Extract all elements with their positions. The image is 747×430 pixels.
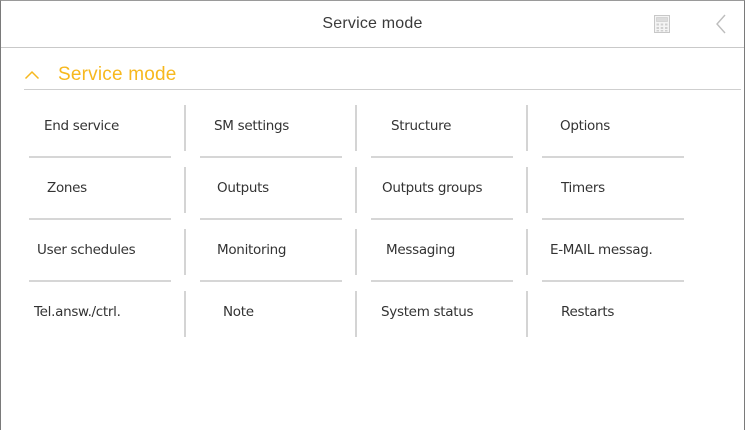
menu-item-underline — [371, 156, 513, 158]
menu-item-underline — [29, 280, 171, 282]
menu-item-label: Restarts — [561, 304, 615, 320]
column-divider — [526, 229, 528, 275]
menu-item-outputs-groups[interactable]: Outputs groups — [371, 159, 513, 220]
menu-item-label: End service — [44, 118, 120, 134]
menu-item-underline — [542, 280, 684, 282]
app-window: Service mode Service mode End service SM… — [0, 0, 745, 430]
menu-item-timers[interactable]: Timers — [542, 159, 684, 220]
page-title: Service mode — [322, 15, 423, 32]
menu-item-tel-answ-ctrl[interactable]: Tel.answ./ctrl. — [29, 283, 171, 343]
column-divider — [355, 105, 357, 151]
menu-item-underline — [371, 218, 513, 220]
menu-item-label: Options — [560, 118, 610, 134]
menu-item-label: Monitoring — [217, 242, 287, 258]
menu-item-label: E-MAIL messag. — [550, 242, 653, 258]
menu-item-label: Structure — [391, 118, 452, 134]
column-divider — [355, 167, 357, 213]
menu-item-email-messag[interactable]: E-MAIL messag. — [542, 221, 684, 282]
chevron-up-icon[interactable] — [24, 70, 40, 80]
menu-item-underline — [542, 156, 684, 158]
top-bar: Service mode — [1, 1, 744, 48]
menu-item-label: Zones — [47, 180, 87, 196]
menu-item-label: Outputs — [217, 180, 269, 196]
menu-item-underline — [200, 280, 342, 282]
column-divider — [184, 291, 186, 337]
menu-item-label: Timers — [561, 180, 605, 196]
section-divider — [24, 89, 741, 90]
menu-item-underline — [29, 156, 171, 158]
menu-item-underline — [200, 156, 342, 158]
column-divider — [526, 167, 528, 213]
menu-item-structure[interactable]: Structure — [371, 97, 513, 158]
menu-item-options[interactable]: Options — [542, 97, 684, 158]
menu-item-monitoring[interactable]: Monitoring — [200, 221, 342, 282]
menu-item-system-status[interactable]: System status — [371, 283, 513, 343]
chevron-left-icon[interactable] — [714, 13, 728, 35]
menu-item-label: System status — [381, 304, 474, 320]
menu-item-underline — [371, 280, 513, 282]
menu-item-label: User schedules — [37, 242, 136, 258]
menu-item-label: Note — [223, 304, 254, 320]
menu-item-sm-settings[interactable]: SM settings — [200, 97, 342, 158]
menu-item-label: Messaging — [386, 242, 456, 258]
menu-item-underline — [200, 218, 342, 220]
menu-item-label: Tel.answ./ctrl. — [34, 304, 121, 320]
menu-item-zones[interactable]: Zones — [29, 159, 171, 220]
column-divider — [184, 167, 186, 213]
menu-item-user-schedules[interactable]: User schedules — [29, 221, 171, 282]
menu-item-label: Outputs groups — [382, 180, 483, 196]
menu-item-note[interactable]: Note — [200, 283, 342, 343]
menu-item-underline — [29, 218, 171, 220]
menu-item-end-service[interactable]: End service — [29, 97, 171, 158]
menu-item-underline — [542, 218, 684, 220]
section-header[interactable]: Service mode — [1, 61, 744, 89]
column-divider — [184, 105, 186, 151]
column-divider — [184, 229, 186, 275]
menu-item-messaging[interactable]: Messaging — [371, 221, 513, 282]
column-divider — [526, 291, 528, 337]
calculator-icon[interactable] — [654, 15, 670, 33]
menu-item-outputs[interactable]: Outputs — [200, 159, 342, 220]
menu-item-restarts[interactable]: Restarts — [542, 283, 684, 343]
column-divider — [526, 105, 528, 151]
column-divider — [355, 229, 357, 275]
section-title: Service mode — [58, 64, 177, 85]
menu-item-label: SM settings — [214, 118, 290, 134]
column-divider — [355, 291, 357, 337]
menu-grid: End service SM settings Structure Option… — [1, 97, 746, 347]
